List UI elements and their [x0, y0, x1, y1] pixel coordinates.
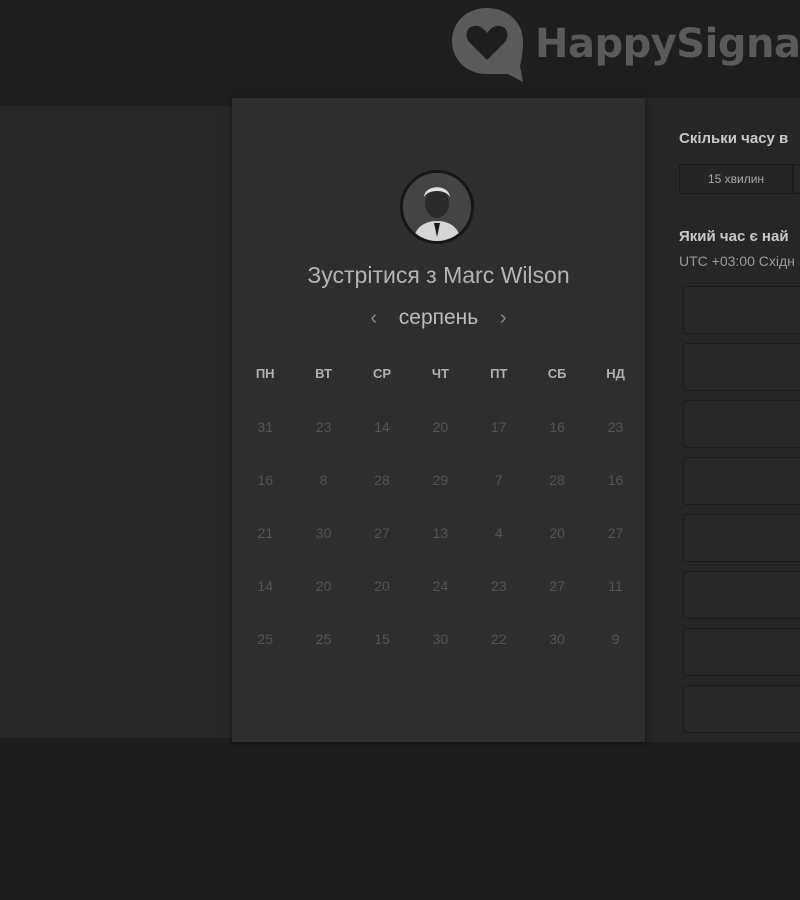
duration-option-next[interactable] [793, 164, 800, 194]
weekday-mon: ПН [255, 366, 275, 381]
calendar-day: 27 [374, 525, 390, 541]
weekday-header: ПН ВТ СР ЧТ ПТ СБ НД [236, 366, 645, 381]
page-bottom-area [0, 742, 800, 900]
calendar-day: 15 [374, 631, 390, 647]
calendar-day: 9 [611, 631, 620, 647]
time-slot[interactable] [683, 343, 800, 391]
time-slot[interactable] [683, 514, 800, 562]
weekday-thu: ЧТ [431, 366, 449, 381]
calendar-grid: 31 23 14 20 17 16 23 16 8 28 29 7 28 16 … [236, 416, 645, 681]
calendar-day: 20 [374, 578, 390, 594]
chevron-right-icon[interactable]: › [490, 307, 516, 330]
calendar-day: 11 [608, 578, 623, 594]
calendar-week: 31 23 14 20 17 16 23 [236, 416, 645, 469]
calendar-day: 30 [432, 631, 449, 647]
calendar-day: 20 [432, 419, 449, 435]
host-avatar [400, 170, 474, 244]
weekday-fri: ПТ [490, 366, 508, 381]
calendar-day: 27 [607, 525, 624, 541]
calendar-week: 21 30 27 13 4 20 27 [236, 522, 645, 575]
calendar-day: 24 [432, 578, 449, 594]
calendar-week: 25 25 15 30 22 30 9 [236, 628, 645, 681]
calendar-day: 25 [315, 631, 332, 647]
calendar-day: 23 [490, 578, 507, 594]
duration-question: Скільки часу в [679, 130, 789, 147]
calendar-day: 7 [494, 472, 503, 488]
calendar-day: 20 [549, 525, 565, 541]
calendar-week: 16 8 28 29 7 28 16 [236, 469, 645, 522]
time-slot[interactable] [683, 571, 800, 619]
month-label: серпень [398, 306, 479, 329]
scheduler-panel: Скільки часу в 15 хвилин Який час є най … [645, 98, 800, 742]
calendar-day: 30 [315, 525, 332, 541]
month-navigation: ‹ серпень › [232, 306, 645, 330]
calendar-day: 30 [549, 631, 565, 647]
calendar-week: 14 20 20 24 23 27 11 [236, 575, 645, 628]
brand-name: HappySigna [535, 21, 800, 67]
time-slot[interactable] [683, 286, 800, 334]
calendar-day: 25 [257, 631, 273, 647]
calendar-day: 14 [374, 419, 390, 435]
time-question: Який час є най [679, 228, 789, 245]
calendar-day: 4 [494, 525, 503, 541]
calendar-day: 16 [549, 419, 565, 435]
time-slot[interactable] [683, 400, 800, 448]
calendar-day: 13 [432, 525, 449, 541]
weekday-sun: НД [606, 366, 625, 381]
left-panel [0, 106, 232, 738]
calendar-day: 23 [315, 419, 332, 435]
top-bar: HappySigna [0, 0, 800, 98]
calendar-day: 28 [374, 472, 390, 488]
time-slot[interactable] [683, 457, 800, 505]
meeting-title: Зустрітися з Marc Wilson [307, 262, 570, 288]
calendar-day: 31 [257, 419, 273, 435]
calendar-day: 29 [432, 472, 449, 488]
calendar-day: 21 [257, 525, 273, 541]
calendar-day: 14 [257, 578, 273, 594]
calendar-day: 20 [315, 578, 332, 594]
calendar-day: 16 [607, 472, 624, 488]
calendar-day: 16 [257, 472, 273, 488]
calendar-day: 17 [490, 419, 507, 435]
weekday-wed: СР [372, 366, 391, 381]
calendar-day: 27 [549, 578, 565, 594]
calendar-day: 8 [319, 472, 328, 488]
happysignals-logo[interactable]: HappySigna [450, 6, 800, 82]
calendar-day: 28 [549, 472, 565, 488]
calendar-day: 22 [490, 631, 507, 647]
weekday-tue: ВТ [315, 366, 332, 381]
booking-card: Зустрітися з Marc Wilson ‹ серпень › ПН … [232, 98, 645, 742]
heart-speech-bubble-icon [450, 6, 525, 82]
timezone-label: UTC +03:00 Східн [679, 253, 795, 269]
duration-option-15[interactable]: 15 хвилин [679, 164, 793, 194]
calendar-day: 23 [607, 419, 624, 435]
weekday-sat: СБ [547, 366, 567, 381]
time-slot[interactable] [683, 628, 800, 676]
time-slot[interactable] [683, 685, 800, 733]
time-slot-list [683, 286, 800, 742]
chevron-left-icon[interactable]: ‹ [361, 307, 387, 330]
